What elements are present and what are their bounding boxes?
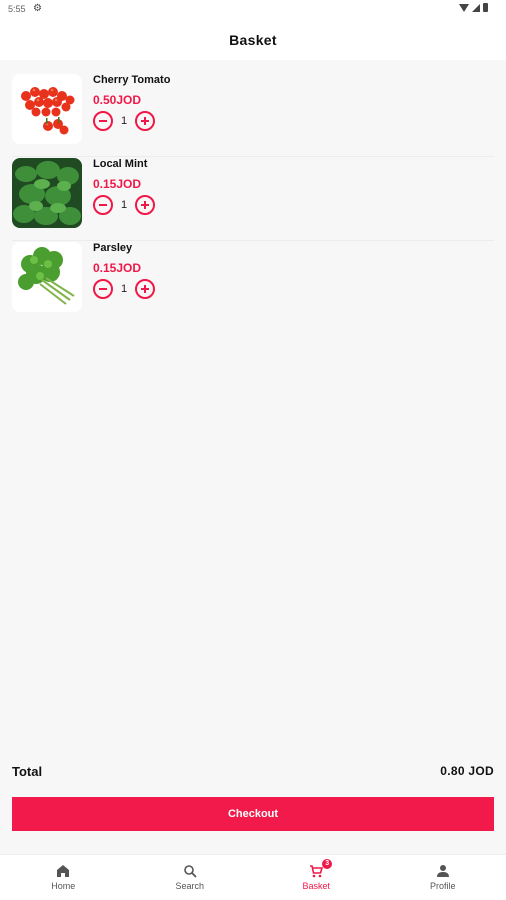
battery-icon bbox=[483, 3, 488, 12]
signal-icon bbox=[472, 3, 480, 12]
person-icon bbox=[436, 864, 450, 878]
item-name: Cherry Tomato bbox=[93, 74, 171, 86]
nav-item-home[interactable]: Home bbox=[0, 855, 127, 900]
basket-item-list: Cherry Tomato 0.50JOD 1 Local Mint 0.15J… bbox=[12, 73, 494, 325]
quantity-value: 1 bbox=[120, 115, 128, 127]
app-header: Basket bbox=[0, 18, 506, 60]
total-label: Total bbox=[12, 764, 43, 779]
total-value: 0.80 JOD bbox=[440, 764, 494, 778]
parsley-image bbox=[12, 242, 82, 312]
nav-label: Home bbox=[51, 881, 76, 891]
basket-item-cherry-tomato[interactable]: Cherry Tomato 0.50JOD 1 bbox=[12, 73, 494, 157]
nav-item-basket[interactable]: 3 Basket bbox=[253, 855, 380, 900]
item-name: Local Mint bbox=[93, 158, 148, 170]
total-row: Total 0.80 JOD bbox=[12, 764, 494, 782]
nav-label: Search bbox=[175, 881, 205, 891]
increase-quantity-button[interactable] bbox=[135, 279, 155, 299]
quantity-stepper: 1 bbox=[93, 279, 155, 299]
increase-quantity-button[interactable] bbox=[135, 195, 155, 215]
increase-quantity-button[interactable] bbox=[135, 111, 155, 131]
status-time: 5:55 bbox=[8, 4, 26, 14]
nav-item-search[interactable]: Search bbox=[127, 855, 254, 900]
bottom-navigation: Home Search 3 Basket Profile bbox=[0, 854, 506, 900]
home-icon bbox=[56, 864, 70, 878]
decrease-quantity-button[interactable] bbox=[93, 279, 113, 299]
gear-icon: ⚙ bbox=[33, 3, 42, 14]
quantity-value: 1 bbox=[120, 283, 128, 295]
status-icons bbox=[459, 3, 488, 12]
checkout-button[interactable]: Checkout bbox=[12, 797, 494, 831]
cart-count-badge: 3 bbox=[322, 859, 333, 869]
item-name: Parsley bbox=[93, 242, 133, 254]
wifi-icon bbox=[459, 3, 469, 12]
item-price: 0.15JOD bbox=[93, 261, 142, 275]
quantity-stepper: 1 bbox=[93, 111, 155, 131]
basket-item-parsley[interactable]: Parsley 0.15JOD 1 bbox=[12, 241, 494, 325]
decrease-quantity-button[interactable] bbox=[93, 195, 113, 215]
mint-image bbox=[12, 158, 82, 228]
item-price: 0.15JOD bbox=[93, 177, 142, 191]
search-icon bbox=[183, 864, 197, 878]
cart-icon: 3 bbox=[309, 859, 333, 878]
nav-label: Profile bbox=[429, 881, 456, 891]
item-price: 0.50JOD bbox=[93, 93, 142, 107]
nav-label: Basket bbox=[302, 881, 330, 891]
nav-item-profile[interactable]: Profile bbox=[380, 855, 506, 900]
page-title: Basket bbox=[229, 32, 277, 48]
decrease-quantity-button[interactable] bbox=[93, 111, 113, 131]
status-bar: 5:55 ⚙ bbox=[0, 0, 506, 18]
cherry-tomato-image bbox=[12, 74, 82, 144]
quantity-value: 1 bbox=[120, 199, 128, 211]
basket-item-local-mint[interactable]: Local Mint 0.15JOD 1 bbox=[12, 157, 494, 241]
quantity-stepper: 1 bbox=[93, 195, 155, 215]
